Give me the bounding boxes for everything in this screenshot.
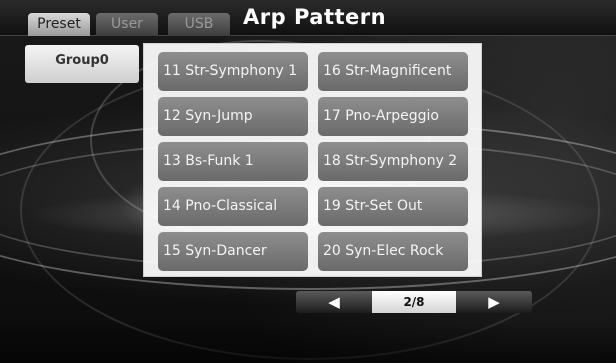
left-arrow-icon: ◀ [328,293,340,311]
right-arrow-icon: ▶ [488,293,500,311]
background-shade [0,320,616,363]
pattern-item-19[interactable]: 19 Str-Set Out [318,187,468,226]
next-page-button[interactable]: ▶ [456,291,532,313]
pattern-item-14[interactable]: 14 Pno-Classical [158,187,308,226]
pattern-item-11[interactable]: 11 Str-Symphony 1 [158,52,308,91]
prev-page-button[interactable]: ◀ [296,291,372,313]
pattern-item-12[interactable]: 12 Syn-Jump [158,97,308,136]
header-bar: Preset User USB Arp Pattern [0,0,616,36]
pattern-item-20[interactable]: 20 Syn-Elec Rock [318,232,468,271]
tab-user[interactable]: User [96,13,158,36]
page-indicator: 2/8 [372,291,456,313]
tab-usb[interactable]: USB [168,13,230,36]
pattern-list-panel: 11 Str-Symphony 1 12 Syn-Jump 13 Bs-Funk… [143,43,482,277]
pattern-item-15[interactable]: 15 Syn-Dancer [158,232,308,271]
pattern-item-17[interactable]: 17 Pno-Arpeggio [318,97,468,136]
page-title: Arp Pattern [243,5,387,29]
pattern-item-13[interactable]: 13 Bs-Funk 1 [158,142,308,181]
group-button[interactable]: Group0 [25,45,139,83]
tab-preset[interactable]: Preset [28,13,90,36]
pager: ◀ 2/8 ▶ [296,291,532,313]
pattern-item-16[interactable]: 16 Str-Magnificent [318,52,468,91]
pattern-item-18[interactable]: 18 Str-Symphony 2 [318,142,468,181]
